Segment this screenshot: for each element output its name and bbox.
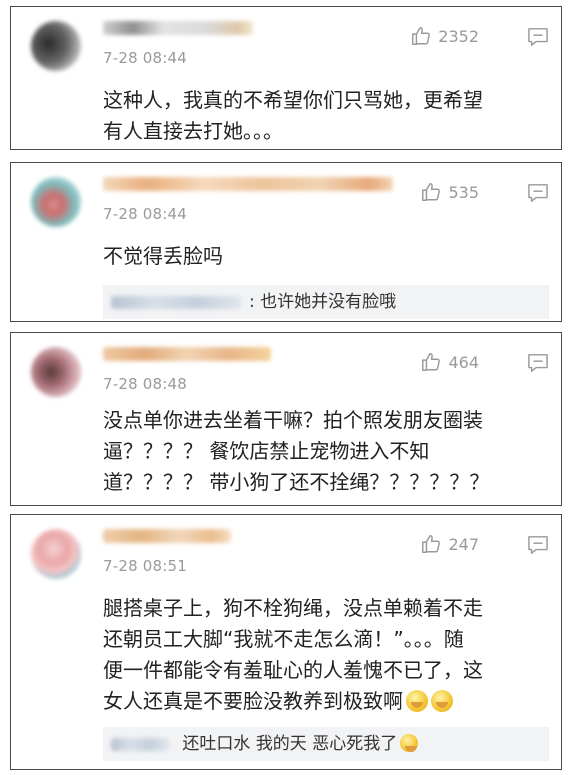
- comment-time: 7-28 08:44: [103, 49, 188, 67]
- comment-time: 7-28 08:44: [103, 205, 188, 223]
- comment-text: 没点单你进去坐着干嘛？拍个照发朋友圈装 逼？？？？ 餐饮店禁止宠物进入不知 道？…: [103, 405, 489, 498]
- facepalm-emoji-icon: [406, 690, 428, 712]
- comment-icon[interactable]: [527, 27, 549, 51]
- username[interactable]: [103, 529, 231, 543]
- comment-text-line: 不觉得丢脸吗: [103, 244, 223, 268]
- comment-icon[interactable]: [527, 183, 549, 207]
- username[interactable]: [103, 347, 271, 361]
- comment-card: 7-28 08:44 2352 这种人，我真的不希望你们只骂她，更希望 有人直接…: [10, 6, 562, 150]
- comment-time: 7-28 08:48: [103, 375, 188, 393]
- comment-card: 7-28 08:51 247 腿搭桌子上，狗不栓狗绳，没点单赖着不走 还朝员工大…: [10, 514, 562, 770]
- comment-icon[interactable]: [527, 535, 549, 559]
- like-button[interactable]: 2352: [410, 25, 479, 47]
- avatar[interactable]: [31, 21, 81, 71]
- comment-text: 不觉得丢脸吗: [103, 241, 223, 272]
- comment-text-line: 逼？？？？ 餐饮店禁止宠物进入不知: [103, 439, 430, 463]
- reply-username[interactable]: [111, 737, 169, 751]
- thumbs-up-icon: [420, 181, 442, 203]
- reply-username[interactable]: [111, 295, 241, 309]
- reply-text: 还吐口水 我的天 恶心死我了: [182, 734, 398, 754]
- like-button[interactable]: 464: [420, 351, 479, 373]
- reply-box[interactable]: : 也许她并没有脸哦: [103, 285, 549, 319]
- comment-text-line: 这种人，我真的不希望你们只骂她，更希望: [103, 88, 483, 112]
- comment-text: 腿搭桌子上，狗不栓狗绳，没点单赖着不走 还朝员工大脚“我就不走怎么滴！”。。。随…: [103, 593, 483, 717]
- comment-text-line: 有人直接去打她。。。: [103, 119, 283, 143]
- comment-text-line: 道？？？？ 带小狗了还不拴绳？？？？？？: [103, 470, 490, 494]
- avatar[interactable]: [31, 177, 81, 227]
- like-count: 464: [448, 352, 479, 372]
- comment-text-line-with-emoji: 女人还真是不要脸没教养到极致啊: [103, 686, 483, 717]
- reply-box[interactable]: 还吐口水 我的天 恶心死我了: [103, 727, 549, 761]
- like-count: 2352: [438, 26, 479, 46]
- facepalm-emoji-icon: [431, 690, 453, 712]
- sick-emoji-icon: [400, 734, 419, 752]
- username[interactable]: [103, 177, 393, 191]
- reply-separator: :: [249, 292, 255, 312]
- username[interactable]: [103, 21, 253, 35]
- comment-text-line: 腿搭桌子上，狗不栓狗绳，没点单赖着不走: [103, 596, 483, 620]
- like-count: 535: [448, 182, 479, 202]
- comment-text-line: 女人还真是不要脸没教养到极致啊: [103, 689, 403, 713]
- avatar[interactable]: [31, 529, 81, 579]
- like-button[interactable]: 247: [420, 533, 479, 555]
- comment-text-line: 还朝员工大脚“我就不走怎么滴！”。。。随: [103, 627, 464, 651]
- thumbs-up-icon: [420, 351, 442, 373]
- comment-text-line: 没点单你进去坐着干嘛？拍个照发朋友圈装: [103, 408, 483, 432]
- comment-card: 7-28 08:44 535 不觉得丢脸吗 : 也许她并没有脸哦: [10, 162, 562, 322]
- comment-text-line: 便一件都能令有羞耻心的人羞愧不已了，这: [103, 658, 483, 682]
- avatar[interactable]: [31, 347, 81, 397]
- comment-text: 这种人，我真的不希望你们只骂她，更希望 有人直接去打她。。。: [103, 85, 483, 147]
- like-count: 247: [448, 534, 479, 554]
- reply-text: 也许她并没有脸哦: [260, 292, 397, 312]
- comment-card: 7-28 08:48 464 没点单你进去坐着干嘛？拍个照发朋友圈装 逼？？？？…: [10, 332, 562, 506]
- comment-time: 7-28 08:51: [103, 557, 188, 575]
- thumbs-up-icon: [420, 533, 442, 555]
- comment-icon[interactable]: [527, 353, 549, 377]
- thumbs-up-icon: [410, 25, 432, 47]
- like-button[interactable]: 535: [420, 181, 479, 203]
